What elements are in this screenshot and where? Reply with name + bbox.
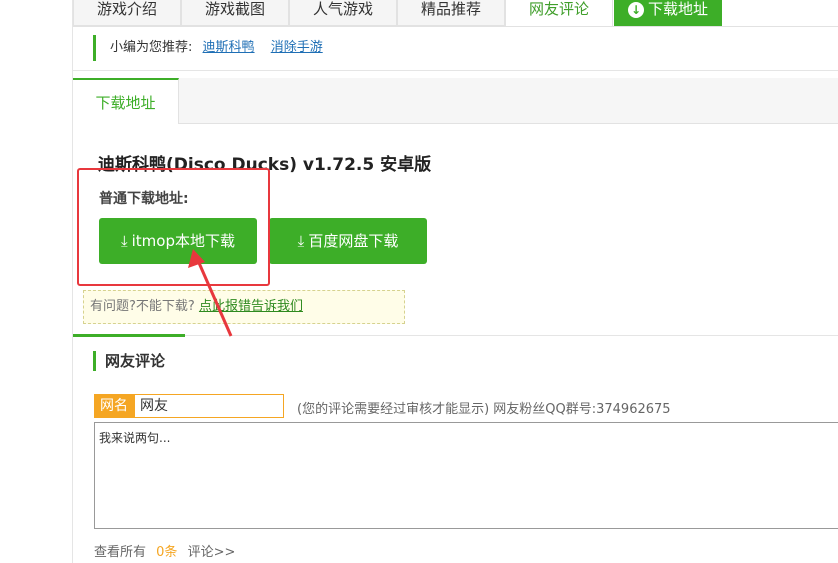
- top-tabs: 游戏介绍 游戏截图 人气游戏 精品推荐 网友评论 ↓ 下载地址: [73, 0, 838, 27]
- recommend-bar: 小编为您推荐: 迪斯科鸭 消除手游: [93, 35, 323, 61]
- problem-text: 有问题?不能下载?: [90, 299, 195, 314]
- download-icon: ⤓: [297, 232, 305, 250]
- download-address-tab[interactable]: 下载地址: [73, 78, 179, 124]
- comment-textarea[interactable]: 我来说两句...: [94, 422, 838, 529]
- download-tabbar: 下载地址: [73, 78, 838, 124]
- tab-download[interactable]: ↓ 下载地址: [614, 0, 722, 26]
- divider: [73, 70, 838, 71]
- report-error-link[interactable]: 点此报错告诉我们: [199, 299, 303, 314]
- baidu-download-button[interactable]: ⤓ 百度网盘下载: [269, 218, 427, 264]
- tab-label: 下载地址: [647, 0, 708, 18]
- tab-recommended[interactable]: 精品推荐: [397, 0, 505, 26]
- tab-game-screenshots[interactable]: 游戏截图: [181, 0, 289, 26]
- comments-title: 网友评论: [93, 351, 165, 371]
- tab-popular-games[interactable]: 人气游戏: [289, 0, 397, 26]
- comment-note: (您的评论需要经过审核才能显示) 网友粉丝QQ群号:374962675: [297, 402, 671, 417]
- problem-report-box: 有问题?不能下载? 点此报错告诉我们: [83, 290, 405, 324]
- tabs-divider: [73, 26, 838, 27]
- highlight-box: [77, 168, 270, 286]
- section-divider-accent: [73, 334, 185, 337]
- tab-label: 游戏截图: [204, 0, 265, 18]
- comment-count: 0条: [156, 545, 178, 560]
- tab-label: 精品推荐: [420, 0, 481, 18]
- tab-label: 游戏介绍: [96, 0, 157, 18]
- recommend-prefix: 小编为您推荐:: [110, 40, 193, 55]
- download-circle-icon: ↓: [627, 2, 644, 18]
- tab-label: 人气游戏: [312, 0, 373, 18]
- recommend-link-match-games[interactable]: 消除手游: [271, 40, 323, 55]
- section-divider: [73, 335, 838, 336]
- page-frame: 游戏介绍 游戏截图 人气游戏 精品推荐 网友评论 ↓ 下载地址 小编为您推荐: 迪…: [72, 0, 838, 563]
- nickname-input[interactable]: 网友: [134, 394, 284, 418]
- nickname-label: 网名: [94, 394, 134, 418]
- view-all-suffix: 评论>>: [187, 545, 236, 560]
- baidu-download-label: 百度网盘下载: [308, 232, 399, 250]
- view-all-comments[interactable]: 查看所有 0条 评论>>: [94, 541, 235, 560]
- tab-comments[interactable]: 网友评论: [505, 0, 613, 27]
- tab-label: 网友评论: [528, 0, 589, 18]
- recommend-link-disco-duck[interactable]: 迪斯科鸭: [203, 40, 255, 55]
- tab-game-intro[interactable]: 游戏介绍: [73, 0, 181, 26]
- view-all-prefix: 查看所有: [94, 545, 147, 560]
